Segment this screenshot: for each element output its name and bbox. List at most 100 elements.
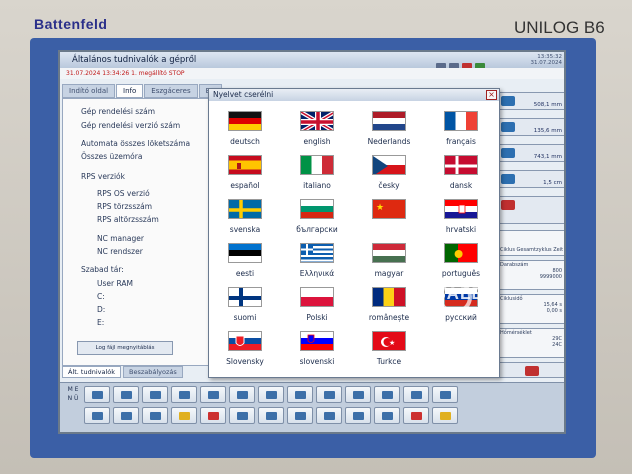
dialog-title: Nyelvet cserélni	[209, 89, 499, 101]
toolbar-network-button[interactable]	[345, 407, 371, 424]
language-name: русский	[445, 313, 477, 322]
language-option-es[interactable]: español	[210, 155, 280, 199]
toolbar-warning-button[interactable]	[403, 407, 429, 424]
tab-indito-oldal[interactable]: Indító oldal	[62, 84, 116, 98]
ejector-icon	[121, 391, 132, 399]
alarm-stop-button[interactable]	[496, 362, 564, 378]
top-tabs: Indító oldal Info Eszgáceres Be	[62, 84, 222, 98]
toolbar-nozzle-button[interactable]	[171, 386, 197, 403]
toolbar-monitor-button[interactable]	[113, 407, 139, 424]
home-icon	[440, 412, 451, 420]
toolbar-heater-button[interactable]	[374, 386, 400, 403]
toolbar-core-button[interactable]	[200, 386, 226, 403]
language-option-pl[interactable]: Polski	[282, 287, 352, 331]
open-log-button[interactable]: Log fájl megnyitáblás	[77, 341, 173, 355]
menu-label[interactable]: M E N Ü	[66, 385, 80, 427]
toolbar-mold-button[interactable]	[84, 386, 110, 403]
question-icon	[208, 412, 219, 420]
nozzle-position-button[interactable]: 1,5 cm	[496, 170, 564, 188]
toolbar-home-button[interactable]	[432, 407, 458, 424]
label-gep-rendelesi-verzio: Gép rendelési verzió szám	[81, 121, 181, 130]
mold-position-button[interactable]: 508,1 mm	[496, 92, 564, 110]
flag-gb-icon	[300, 111, 334, 131]
language-option-nl[interactable]: Nederlands	[354, 111, 424, 155]
brand-logo: Battenfeld	[34, 16, 108, 32]
alarm-row: 31.07.2024 13:34:26 1. megállító STOP	[60, 68, 564, 79]
toolbar-question-button[interactable]	[200, 407, 226, 424]
label-rps-os-verzio: RPS OS verzió	[97, 189, 150, 198]
ejector-icon	[501, 122, 515, 132]
toolbar-temp-button[interactable]	[229, 386, 255, 403]
ejector-position-button[interactable]: 135,6 mm	[496, 118, 564, 136]
language-option-si[interactable]: slovenski	[282, 331, 352, 375]
language-option-gb[interactable]: english	[282, 111, 352, 155]
language-option-bg[interactable]: български	[282, 199, 352, 243]
dialog-close-button[interactable]: ×	[486, 90, 497, 100]
flag-si-icon	[300, 331, 334, 351]
language-option-gr[interactable]: Ελληνικά	[282, 243, 352, 287]
toolbar-cycle-button[interactable]	[432, 386, 458, 403]
injection-icon	[501, 148, 515, 158]
toolbar-ejector-button[interactable]	[113, 386, 139, 403]
toolbar-sequence-button[interactable]	[229, 407, 255, 424]
language-name: português	[441, 269, 481, 278]
bottom-tabs: Ált. tudnivalók Beszabályozás	[62, 366, 183, 378]
injection-position-button[interactable]: 743,1 mm	[496, 144, 564, 162]
language-name: español	[230, 181, 260, 190]
language-option-sk[interactable]: Slovensky	[210, 331, 280, 375]
toolbar-report-button[interactable]	[171, 407, 197, 424]
language-option-ee[interactable]: eesti	[210, 243, 280, 287]
flag-hu-icon	[372, 243, 406, 263]
language-option-fr[interactable]: français	[426, 111, 496, 155]
right-status-column: 508,1 mm 135,6 mm 743,1 mm 1,5 cm Ciklus…	[496, 84, 564, 378]
language-option-cz[interactable]: česky	[354, 155, 424, 199]
core-pull-button[interactable]	[496, 196, 564, 224]
toolbar-robot-button[interactable]	[287, 386, 313, 403]
alarm-datetime: 31.07.2024 13:34:26	[66, 70, 130, 77]
report-icon	[179, 412, 190, 420]
toolbar-quality-button[interactable]	[287, 407, 313, 424]
label-osszes-uzemora: Összes üzemóra	[81, 152, 143, 161]
language-option-cn[interactable]: ★	[354, 199, 424, 243]
language-name: magyar	[374, 269, 404, 278]
tab-info[interactable]: Info	[116, 84, 144, 98]
tab-eszgaceres[interactable]: Eszgáceres	[144, 84, 198, 98]
bottom-toolbar: M E N Ü	[60, 382, 564, 432]
cycle-time-box: Ciklusidő 15,64 s 0,00 s	[496, 294, 564, 324]
tab-alt-tudnivalok[interactable]: Ált. tudnivalók	[62, 366, 122, 378]
toolbar-dataset-button[interactable]	[374, 407, 400, 424]
language-option-hu[interactable]: magyar	[354, 243, 424, 287]
flag-fi-icon	[228, 287, 262, 307]
mold-icon	[501, 96, 515, 106]
toolbar-io-button[interactable]	[316, 407, 342, 424]
flag-de-icon	[228, 111, 262, 131]
io-icon	[324, 412, 335, 420]
language-option-it[interactable]: italiano	[282, 155, 352, 199]
language-option-hr[interactable]: hrvatski	[426, 199, 496, 243]
language-name: românește	[368, 313, 410, 322]
language-name: български	[296, 225, 338, 234]
language-option-fi[interactable]: suomi	[210, 287, 280, 331]
language-name: hrvatski	[445, 225, 477, 234]
toolbar-screw-button[interactable]	[345, 386, 371, 403]
label-automata-loketszam: Automata összes löketszáma	[81, 139, 191, 148]
language-name: Turkce	[376, 357, 402, 366]
toolbar-alarm-button[interactable]	[403, 386, 429, 403]
tab-beszabalyozas[interactable]: Beszabályozás	[123, 366, 183, 378]
language-option-se[interactable]: svenska	[210, 199, 280, 243]
toolbar-program-button[interactable]	[258, 407, 284, 424]
toolbar-dosing-button[interactable]	[316, 386, 342, 403]
toolbar-setup-button[interactable]	[84, 407, 110, 424]
toolbar-process-button[interactable]	[142, 407, 168, 424]
language-name: suomi	[233, 313, 257, 322]
flag-nl-icon	[372, 111, 406, 131]
screw-icon	[353, 391, 364, 399]
language-name: Nederlands	[367, 137, 411, 146]
language-option-ro[interactable]: românește	[354, 287, 424, 331]
label-szabad-tar: Szabad tár:	[81, 265, 124, 274]
language-option-tr[interactable]: ★ Turkce	[354, 331, 424, 375]
language-option-de[interactable]: deutsch	[210, 111, 280, 155]
language-option-dk[interactable]: dansk	[426, 155, 496, 199]
toolbar-hotrunner-button[interactable]	[258, 386, 284, 403]
toolbar-injection-button[interactable]	[142, 386, 168, 403]
